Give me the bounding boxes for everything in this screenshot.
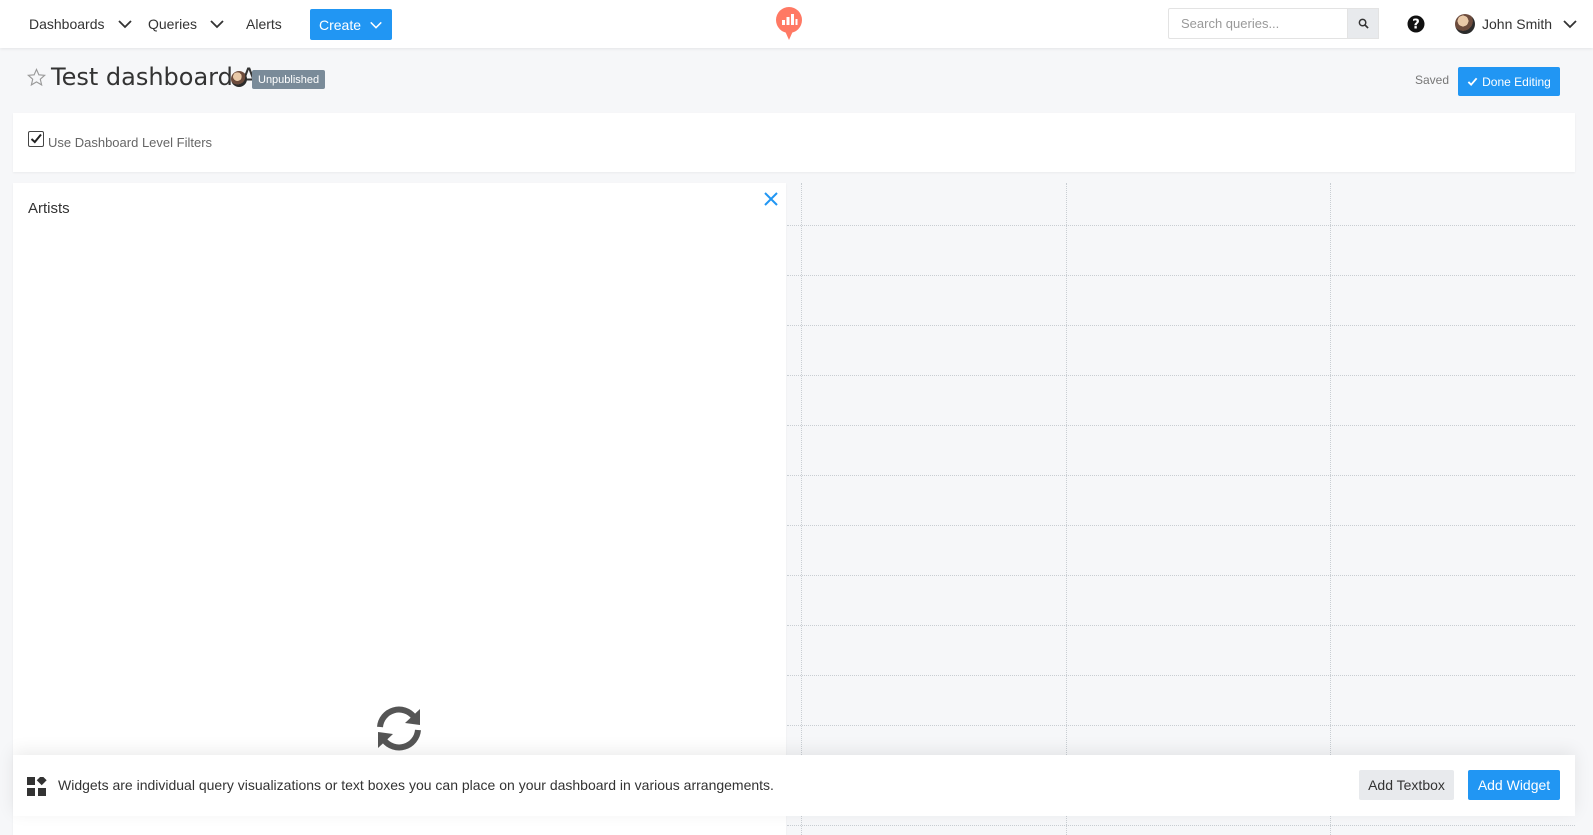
close-icon[interactable]: [762, 190, 780, 208]
help-icon[interactable]: ?: [1407, 15, 1425, 33]
owner-avatar: [231, 71, 247, 87]
chevron-down-icon[interactable]: [117, 16, 133, 32]
grid-row-line: [787, 225, 1575, 226]
widget-title: Artists: [28, 200, 70, 217]
done-editing-button[interactable]: Done Editing: [1458, 67, 1560, 96]
search-icon: [1358, 18, 1369, 29]
grid-row-line: [787, 625, 1575, 626]
grid-row-line: [787, 675, 1575, 676]
nav-alerts[interactable]: Alerts: [246, 0, 282, 48]
saved-status: Saved: [1415, 73, 1450, 87]
grid-column-line: [1330, 183, 1331, 835]
top-navbar: Dashboards Queries Alerts Create ?: [0, 0, 1593, 48]
svg-text:?: ?: [1412, 18, 1420, 33]
grid-row-line: [787, 425, 1575, 426]
add-textbox-button[interactable]: Add Textbox: [1359, 770, 1454, 800]
nav-queries-label: Queries: [148, 16, 198, 32]
nav-dashboards-label: Dashboards: [29, 16, 105, 32]
add-widget-button[interactable]: Add Widget: [1468, 770, 1560, 800]
refresh-icon: [377, 706, 421, 751]
user-menu[interactable]: John Smith: [1455, 0, 1578, 48]
create-button-label: Create: [318, 16, 362, 33]
grid-row-line: [787, 825, 1575, 826]
redash-logo-icon[interactable]: [774, 6, 804, 42]
grid-row-line: [787, 525, 1575, 526]
nav-dashboards[interactable]: Dashboards: [29, 0, 133, 48]
chevron-down-icon: [370, 21, 382, 29]
check-icon: [1467, 77, 1478, 87]
widgets-help-text: Widgets are individual query visualizati…: [58, 777, 774, 793]
create-button[interactable]: Create: [310, 9, 392, 40]
grid-column-line: [1066, 183, 1067, 835]
dashboard-filters-panel: Use Dashboard Level Filters: [13, 113, 1575, 172]
widgets-icon: [27, 777, 47, 796]
add-widget-bar: Widgets are individual query visualizati…: [13, 755, 1575, 816]
nav-alerts-label: Alerts: [246, 16, 282, 32]
dashboard-filters-checkbox[interactable]: [28, 131, 44, 147]
grid-row-line: [787, 325, 1575, 326]
user-name: John Smith: [1482, 16, 1553, 32]
status-badge: Unpublished: [252, 70, 326, 89]
search-button[interactable]: [1347, 8, 1379, 39]
star-icon[interactable]: [27, 68, 46, 87]
page-title[interactable]: Test dashboard A: [51, 63, 257, 91]
nav-queries[interactable]: Queries: [148, 0, 225, 48]
avatar: [1455, 14, 1475, 34]
grid-row-line: [787, 375, 1575, 376]
widget-artists[interactable]: Artists: [13, 183, 786, 835]
done-editing-label: Done Editing: [1482, 74, 1551, 89]
search-bar: [1168, 8, 1379, 39]
grid-row-line: [787, 725, 1575, 726]
chevron-down-icon: [1563, 20, 1577, 29]
grid-row-line: [787, 475, 1575, 476]
grid-row-line: [787, 575, 1575, 576]
chevron-down-icon[interactable]: [209, 16, 225, 32]
search-input[interactable]: [1168, 8, 1347, 39]
grid-row-line: [787, 275, 1575, 276]
dashboard-filters-label[interactable]: Use Dashboard Level Filters: [48, 135, 212, 150]
grid-column-line: [801, 183, 802, 835]
